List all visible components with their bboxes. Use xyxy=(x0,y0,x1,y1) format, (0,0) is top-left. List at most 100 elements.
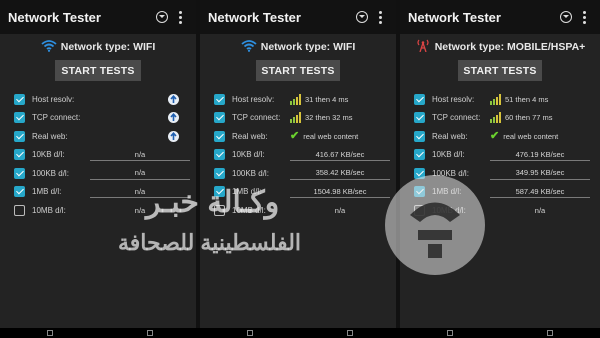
test-checkbox[interactable] xyxy=(14,186,25,198)
test-result-text: n/a xyxy=(534,205,546,215)
test-row: 1MB d/l: 1504.98 KB/sec xyxy=(200,183,396,202)
app-title: Network Tester xyxy=(8,9,101,25)
test-label: 1MB d/l: xyxy=(32,187,62,197)
test-checkbox[interactable] xyxy=(414,167,425,179)
nav-home-button-2[interactable] xyxy=(447,330,453,336)
nav-recents-button[interactable] xyxy=(247,330,253,336)
test-label: 100KB d/l: xyxy=(232,168,269,178)
test-result-text: n/a xyxy=(134,205,146,215)
test-checkbox[interactable] xyxy=(414,204,425,216)
test-checkbox[interactable] xyxy=(414,130,425,142)
test-result: 60 then 77 ms xyxy=(490,112,590,124)
network-type-label: Network type: WIFI xyxy=(260,41,356,53)
nav-back-button-2[interactable] xyxy=(347,330,353,336)
dropdown-icon[interactable] xyxy=(560,11,572,23)
network-type-label: Network type: WIFI xyxy=(60,41,156,53)
nav-recents-button-2[interactable] xyxy=(547,330,553,336)
test-result-text: 31 then 4 ms xyxy=(305,94,349,104)
test-result-text: 32 then 32 ms xyxy=(305,113,353,123)
test-result: 1504.98 KB/sec xyxy=(290,185,390,199)
test-row: Real web: ✔ real web content xyxy=(400,127,600,146)
test-checkbox[interactable] xyxy=(414,186,425,198)
test-row: 10KB d/l: 416.67 KB/sec xyxy=(200,146,396,165)
test-result-text: 587.49 KB/sec xyxy=(515,186,565,196)
test-label: Host resolv: xyxy=(32,94,75,104)
signal-bars-icon xyxy=(490,93,501,105)
test-checkbox[interactable] xyxy=(214,93,225,105)
test-row: Host resolv: 51 then 4 ms xyxy=(400,90,600,109)
test-row: 1MB d/l: n/a xyxy=(0,183,196,202)
dropdown-icon[interactable] xyxy=(356,11,368,23)
test-checkbox[interactable] xyxy=(214,204,225,216)
test-label: 10KB d/l: xyxy=(32,150,65,160)
wifi-icon xyxy=(241,39,257,55)
test-row: 10MB d/l: n/a xyxy=(400,201,600,220)
test-label: TCP connect: xyxy=(432,113,481,123)
nav-home-button[interactable] xyxy=(147,330,153,336)
test-checkbox[interactable] xyxy=(14,204,25,216)
test-row: 10KB d/l: 476.19 KB/sec xyxy=(400,146,600,165)
test-checkbox[interactable] xyxy=(214,167,225,179)
test-checkbox[interactable] xyxy=(14,112,25,124)
system-nav-bar xyxy=(0,328,600,338)
panels: Network Tester Network type: WIFI START TE… xyxy=(0,0,600,338)
test-checkbox[interactable] xyxy=(214,186,225,198)
test-checkbox[interactable] xyxy=(214,130,225,142)
test-checkbox[interactable] xyxy=(14,149,25,161)
test-row: Real web: xyxy=(0,127,196,146)
cell-tower-icon xyxy=(415,39,431,55)
test-row: 10MB d/l: n/a xyxy=(200,201,396,220)
wifi-icon xyxy=(41,39,57,55)
test-result: n/a xyxy=(90,148,190,162)
test-list: Host resolv: 51 then 4 ms TCP connect: 60 t… xyxy=(400,90,600,220)
test-result-text: real web content xyxy=(303,131,359,141)
test-label: Real web: xyxy=(232,131,268,141)
test-row: 100KB d/l: 358.42 KB/sec xyxy=(200,164,396,183)
test-checkbox[interactable] xyxy=(14,167,25,179)
tester-panel: Network Tester Network type: MOBILE/HSPA+… xyxy=(400,0,600,338)
arrow-up-icon xyxy=(168,112,179,124)
test-row: 100KB d/l: 349.95 KB/sec xyxy=(400,164,600,183)
test-result: n/a xyxy=(290,206,390,215)
test-row: Host resolv: 31 then 4 ms xyxy=(200,90,396,109)
overflow-menu-icon[interactable] xyxy=(378,10,382,24)
test-label: TCP connect: xyxy=(232,113,281,123)
start-tests-button[interactable]: START TESTS xyxy=(55,60,141,81)
signal-bars-icon xyxy=(490,112,501,124)
test-checkbox[interactable] xyxy=(214,149,225,161)
start-tests-button[interactable]: START TESTS xyxy=(256,60,340,81)
test-label: 100KB d/l: xyxy=(32,168,69,178)
test-checkbox[interactable] xyxy=(14,130,25,142)
test-checkbox[interactable] xyxy=(214,112,225,124)
test-result: 32 then 32 ms xyxy=(290,112,390,124)
test-row: 1MB d/l: 587.49 KB/sec xyxy=(400,183,600,202)
test-checkbox[interactable] xyxy=(414,93,425,105)
test-label: Real web: xyxy=(32,131,68,141)
test-label: TCP connect: xyxy=(32,113,81,123)
test-result-text: n/a xyxy=(134,168,146,178)
network-type: Network type: MOBILE/HSPA+ xyxy=(400,36,600,58)
test-result: 358.42 KB/sec xyxy=(290,167,390,180)
test-label: 1MB d/l: xyxy=(432,187,462,197)
test-checkbox[interactable] xyxy=(414,149,425,161)
test-result: ✔ real web content xyxy=(490,131,590,142)
test-result-text: n/a xyxy=(134,186,146,196)
overflow-menu-icon[interactable] xyxy=(582,10,586,24)
dropdown-icon[interactable] xyxy=(156,11,168,23)
overflow-menu-icon[interactable] xyxy=(178,10,182,24)
arrow-up-icon xyxy=(168,130,179,142)
test-result: 476.19 KB/sec xyxy=(490,148,590,162)
test-checkbox[interactable] xyxy=(414,112,425,124)
signal-bars-icon xyxy=(290,112,301,124)
test-row: Host resolv: xyxy=(0,90,196,109)
arrow-up-icon xyxy=(168,93,179,105)
start-tests-button[interactable]: START TESTS xyxy=(458,60,542,81)
test-label: Host resolv: xyxy=(432,94,475,104)
test-row: 100KB d/l: n/a xyxy=(0,164,196,183)
test-result: 349.95 KB/sec xyxy=(490,167,590,180)
test-row: TCP connect: xyxy=(0,109,196,128)
test-list: Host resolv: TCP connect: Real web: 10KB d/… xyxy=(0,90,196,220)
nav-back-button[interactable] xyxy=(47,330,53,336)
test-checkbox[interactable] xyxy=(14,93,25,105)
test-label: 10MB d/l: xyxy=(232,205,266,215)
